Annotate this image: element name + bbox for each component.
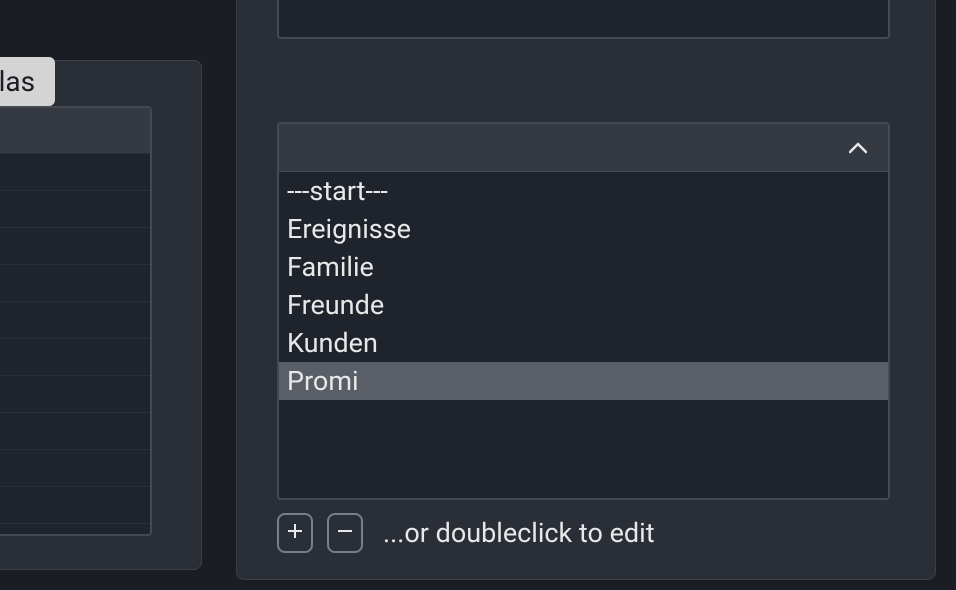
edit-hint-text: ...or doubleclick to edit: [383, 517, 655, 549]
chevron-up-icon[interactable]: [848, 138, 868, 158]
listbox-controls: ...or doubleclick to edit: [277, 513, 655, 553]
listbox-empty-area: [279, 400, 888, 492]
list-item[interactable]: Ereignisse: [279, 210, 888, 248]
list-item[interactable]: Kunden: [279, 324, 888, 362]
left-panel-tab-label: ate atlas: [0, 65, 35, 98]
list-item-label: ---start---: [287, 175, 388, 207]
left-panel-tab[interactable]: ate atlas: [0, 57, 55, 106]
list-item[interactable]: [0, 228, 150, 265]
list-item[interactable]: [0, 487, 150, 524]
list-item[interactable]: [0, 339, 150, 376]
list-item[interactable]: [0, 376, 150, 413]
left-panel-listbox[interactable]: [0, 106, 152, 536]
list-item-label: Freunde: [287, 289, 384, 321]
list-item-label: Kunden: [287, 327, 378, 359]
add-button[interactable]: [277, 513, 313, 553]
list-item-label: Familie: [287, 251, 374, 283]
category-listbox: ---start--- Ereignisse Familie Freunde K…: [277, 122, 890, 500]
top-textbox[interactable]: [277, 0, 890, 39]
list-item[interactable]: [0, 154, 150, 191]
list-item[interactable]: [0, 191, 150, 228]
listbox-body: ---start--- Ereignisse Familie Freunde K…: [277, 171, 890, 500]
minus-icon: [336, 522, 354, 544]
list-item-label: Ereignisse: [287, 213, 411, 245]
list-item[interactable]: ---start---: [279, 172, 888, 210]
list-item-label: Promi: [287, 365, 359, 397]
plus-icon: [286, 522, 304, 544]
list-item[interactable]: [0, 108, 150, 154]
remove-button[interactable]: [327, 513, 363, 553]
list-item[interactable]: [0, 302, 150, 339]
list-item[interactable]: Freunde: [279, 286, 888, 324]
list-item[interactable]: [0, 450, 150, 487]
list-item[interactable]: [0, 265, 150, 302]
listbox-header[interactable]: [277, 122, 890, 171]
list-item[interactable]: [0, 413, 150, 450]
list-item[interactable]: Familie: [279, 248, 888, 286]
list-item[interactable]: Promi: [279, 362, 888, 400]
